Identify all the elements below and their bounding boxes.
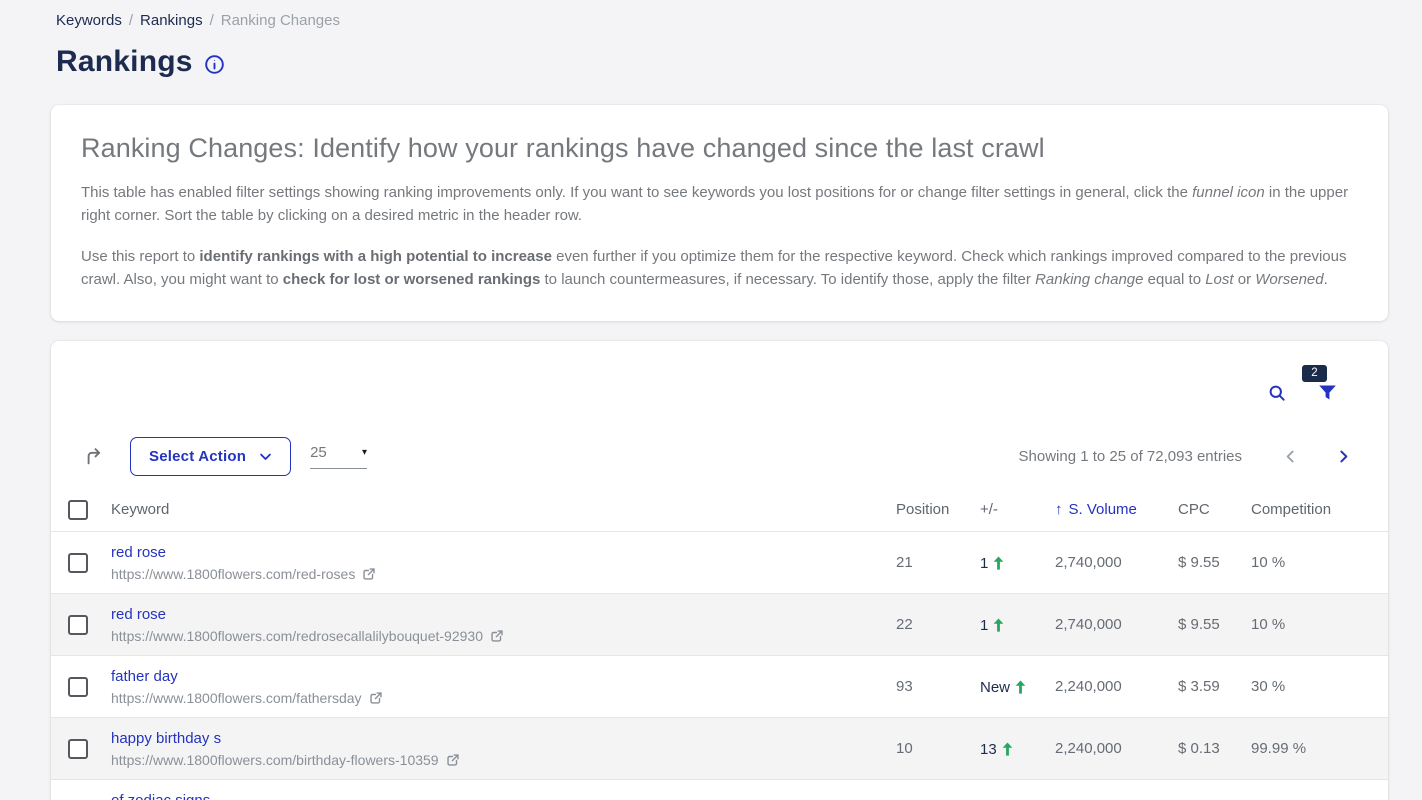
keyword-link[interactable]: red rose <box>111 544 896 561</box>
cpc-value: $ 9.55 <box>1178 554 1251 571</box>
header-competition[interactable]: Competition <box>1251 501 1388 518</box>
select-all-checkbox[interactable] <box>68 500 88 520</box>
search-icon[interactable] <box>1267 383 1287 403</box>
table-card: 2 Select Action 25 ▾ <box>51 341 1388 800</box>
header-volume-label: S. Volume <box>1069 501 1137 518</box>
keyword-url: https://www.1800flowers.com/birthday-flo… <box>111 752 439 768</box>
intro-paragraph-1: This table has enabled filter settings s… <box>81 181 1358 228</box>
cpc-value: $ 3.59 <box>1178 678 1251 695</box>
page-title: Rankings <box>56 45 193 79</box>
change-value: 13 <box>980 740 1055 758</box>
change-value: New <box>980 678 1055 696</box>
chevron-down-icon <box>258 449 273 464</box>
position-value: 93 <box>896 678 980 695</box>
keyword-link[interactable]: happy birthday s <box>111 730 896 747</box>
volume-value: 2,240,000 <box>1055 740 1178 757</box>
breadcrumb-current: Ranking Changes <box>221 12 340 29</box>
table-body: red rose https://www.1800flowers.com/red… <box>51 531 1388 800</box>
keyword-link[interactable]: of zodiac signs <box>111 792 896 800</box>
competition-value: 99.99 % <box>1251 740 1388 757</box>
arrow-up-icon <box>1001 742 1014 756</box>
breadcrumb-keywords[interactable]: Keywords <box>56 12 122 29</box>
header-keyword[interactable]: Keyword <box>111 501 896 518</box>
competition-value: 10 % <box>1251 554 1388 571</box>
header-change[interactable]: +/- <box>980 501 1055 518</box>
pagination-prev-icon[interactable] <box>1282 448 1299 465</box>
filter-count-badge: 2 <box>1302 365 1327 382</box>
breadcrumb-separator: / <box>210 12 214 29</box>
select-action-button[interactable]: Select Action <box>130 437 291 476</box>
external-link-icon[interactable] <box>362 567 376 581</box>
position-value: 10 <box>896 740 980 757</box>
keyword-url: https://www.1800flowers.com/fathersday <box>111 690 362 706</box>
keyword-url: https://www.1800flowers.com/red-roses <box>111 566 355 582</box>
select-action-label: Select Action <box>149 448 246 465</box>
header-cpc[interactable]: CPC <box>1178 501 1251 518</box>
export-icon[interactable] <box>84 445 106 467</box>
info-icon[interactable] <box>204 54 225 75</box>
keyword-link[interactable]: father day <box>111 668 896 685</box>
page-root: Keywords / Rankings / Ranking Changes Rankin… <box>0 0 1422 800</box>
filter-funnel-icon[interactable]: 2 <box>1317 382 1338 403</box>
competition-value: 30 % <box>1251 678 1388 695</box>
header-volume-sorted[interactable]: ↑ S. Volume <box>1055 501 1178 518</box>
row-checkbox[interactable] <box>68 615 88 635</box>
keyword-url: https://www.1800flowers.com/redrosecalla… <box>111 628 483 644</box>
volume-value: 2,740,000 <box>1055 616 1178 633</box>
row-checkbox[interactable] <box>68 739 88 759</box>
table-row: father day https://www.1800flowers.com/f… <box>51 655 1388 717</box>
page-size-value: 25 <box>310 444 327 461</box>
top-bar: Keywords / Rankings / Ranking Changes Rankin… <box>0 0 1422 79</box>
volume-value: 2,740,000 <box>1055 554 1178 571</box>
external-link-icon[interactable] <box>369 691 383 705</box>
table-icon-bar: 2 <box>51 369 1388 403</box>
intro-card: Ranking Changes: Identify how your ranki… <box>51 105 1388 321</box>
table-row: red rose https://www.1800flowers.com/red… <box>51 531 1388 593</box>
arrow-up-icon <box>1014 680 1027 694</box>
position-value: 21 <box>896 554 980 571</box>
table-row: red rose https://www.1800flowers.com/red… <box>51 593 1388 655</box>
keyword-link[interactable]: red rose <box>111 606 896 623</box>
change-value: 1 <box>980 554 1055 572</box>
arrow-up-icon <box>992 556 1005 570</box>
external-link-icon[interactable] <box>490 629 504 643</box>
table-row: of zodiac signs https://www.1800flowers.… <box>51 779 1388 800</box>
row-checkbox[interactable] <box>68 553 88 573</box>
page-size-caret-icon: ▾ <box>362 447 367 458</box>
table-row: happy birthday s https://www.1800flowers… <box>51 717 1388 779</box>
breadcrumb-separator: / <box>129 12 133 29</box>
cpc-value: $ 0.13 <box>1178 740 1251 757</box>
showing-entries-text: Showing 1 to 25 of 72,093 entries <box>1019 448 1243 465</box>
arrow-up-icon <box>992 618 1005 632</box>
intro-paragraph-2: Use this report to identify rankings wit… <box>81 245 1358 292</box>
volume-value: 2,240,000 <box>1055 678 1178 695</box>
cpc-value: $ 9.55 <box>1178 616 1251 633</box>
change-value: 1 <box>980 616 1055 634</box>
external-link-icon[interactable] <box>446 753 460 767</box>
competition-value: 10 % <box>1251 616 1388 633</box>
row-checkbox[interactable] <box>68 677 88 697</box>
rankings-table: Keyword Position +/- ↑ S. Volume CPC Comp… <box>51 488 1388 800</box>
sort-ascending-icon: ↑ <box>1055 501 1063 518</box>
pagination-next-icon[interactable] <box>1335 448 1352 465</box>
intro-heading: Ranking Changes: Identify how your ranki… <box>81 133 1358 164</box>
table-controls: Select Action 25 ▾ Showing 1 to 25 of 72… <box>51 436 1388 476</box>
page-size-select[interactable]: 25 ▾ <box>310 444 367 469</box>
breadcrumb-rankings[interactable]: Rankings <box>140 12 203 29</box>
position-value: 22 <box>896 616 980 633</box>
header-position[interactable]: Position <box>896 501 980 518</box>
table-header-row: Keyword Position +/- ↑ S. Volume CPC Comp… <box>51 488 1388 531</box>
breadcrumb: Keywords / Rankings / Ranking Changes <box>56 12 1366 29</box>
